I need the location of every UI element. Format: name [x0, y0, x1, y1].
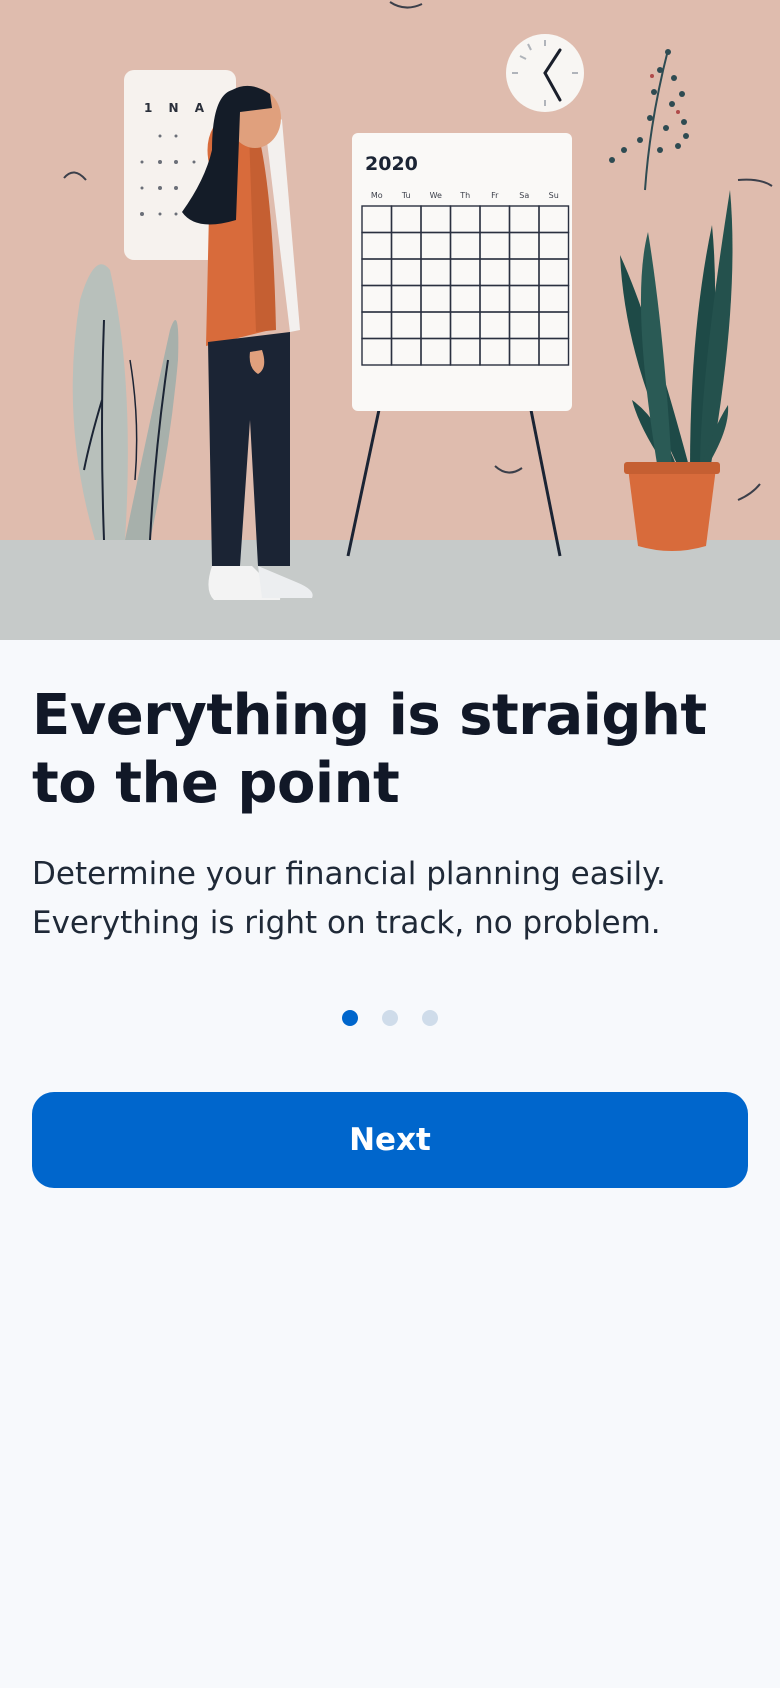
calendar-day-label: We: [430, 191, 442, 200]
pagination-dot-1[interactable]: [342, 1010, 358, 1026]
woman-planning-calendar-illustration: 1 N A 2020 Mo Tu We Th Fr Sa Su: [0, 0, 780, 640]
calendar-day-label: Su: [549, 191, 559, 200]
onboarding-screen: 1 N A 2020 Mo Tu We Th Fr Sa Su Everythi…: [0, 0, 780, 1688]
page-subtitle: Determine your financial planning easily…: [32, 856, 666, 941]
calendar-day-label: Th: [459, 191, 470, 200]
hero-illustration: 1 N A 2020 Mo Tu We Th Fr Sa Su: [0, 0, 780, 640]
onboarding-content: Everything is straight to the point Dete…: [32, 640, 748, 948]
pagination-dot-3[interactable]: [422, 1010, 438, 1026]
pagination-dot-2[interactable]: [382, 1010, 398, 1026]
pagination-dots: [0, 1010, 780, 1030]
wall-calendar-text: 1 N A: [144, 101, 210, 115]
clock-icon: [506, 34, 584, 112]
page-title: Everything is straight to the point: [32, 683, 707, 816]
calendar-day-label: Fr: [491, 191, 499, 200]
calendar-day-label: Sa: [519, 191, 529, 200]
floor: [0, 540, 780, 640]
next-button[interactable]: Next: [32, 1092, 748, 1188]
calendar-day-label: Tu: [401, 191, 411, 200]
calendar-day-label: Mo: [371, 191, 383, 200]
calendar-year: 2020: [365, 153, 418, 175]
